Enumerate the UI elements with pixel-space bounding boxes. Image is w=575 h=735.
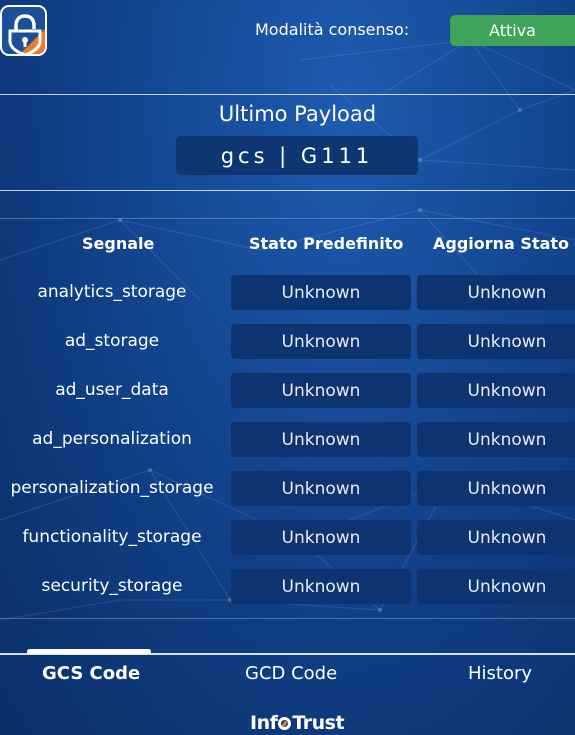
consent-status-button[interactable]: Attiva (450, 15, 575, 46)
table-top-border (0, 218, 575, 219)
default-state-cell: Unknown (231, 373, 411, 408)
divider-top (0, 94, 575, 95)
brand-suffix: Trust (292, 712, 345, 734)
column-header-default-state: Stato Predefinito (249, 234, 404, 253)
payload-title: Ultimo Payload (218, 102, 377, 126)
update-state-cell: Unknown (417, 520, 575, 555)
update-state-cell: Unknown (417, 324, 575, 359)
tab-gcd-code[interactable]: GCD Code (245, 663, 337, 684)
signal-name: ad_personalization (32, 429, 192, 449)
update-state-cell: Unknown (417, 422, 575, 457)
update-state-cell: Unknown (417, 471, 575, 506)
brand-o-icon (278, 717, 292, 730)
default-state-cell: Unknown (231, 275, 411, 310)
column-header-update-state: Aggiorna Stato (433, 234, 570, 253)
default-state-cell: Unknown (231, 324, 411, 359)
signal-name: ad_storage (64, 331, 160, 351)
active-tab-indicator (27, 649, 151, 654)
signal-name: ad_user_data (55, 380, 169, 400)
column-header-signal: Segnale (82, 234, 155, 253)
update-state-cell: Unknown (417, 569, 575, 604)
infotrust-logo: Inf Trust (250, 712, 345, 734)
tab-history[interactable]: History (468, 663, 532, 684)
default-state-cell: Unknown (231, 520, 411, 555)
brand-prefix: Inf (250, 712, 278, 734)
signal-name: personalization_storage (10, 478, 214, 498)
consent-mode-label: Modalità consenso: (255, 20, 410, 39)
default-state-cell: Unknown (231, 422, 411, 457)
signal-name: functionality_storage (22, 527, 202, 547)
lock-shield-icon (8, 14, 45, 54)
default-state-cell: Unknown (231, 471, 411, 506)
signal-name: security_storage (41, 576, 183, 596)
app-logo (0, 5, 47, 56)
table-bottom-border (0, 618, 575, 619)
signal-name: analytics_storage (37, 282, 187, 302)
update-state-cell: Unknown (417, 373, 575, 408)
tab-gcs-code[interactable]: GCS Code (42, 663, 140, 684)
default-state-cell: Unknown (231, 569, 411, 604)
payload-value: gcs | G111 (176, 136, 418, 175)
update-state-cell: Unknown (417, 275, 575, 310)
divider-middle (0, 190, 575, 191)
